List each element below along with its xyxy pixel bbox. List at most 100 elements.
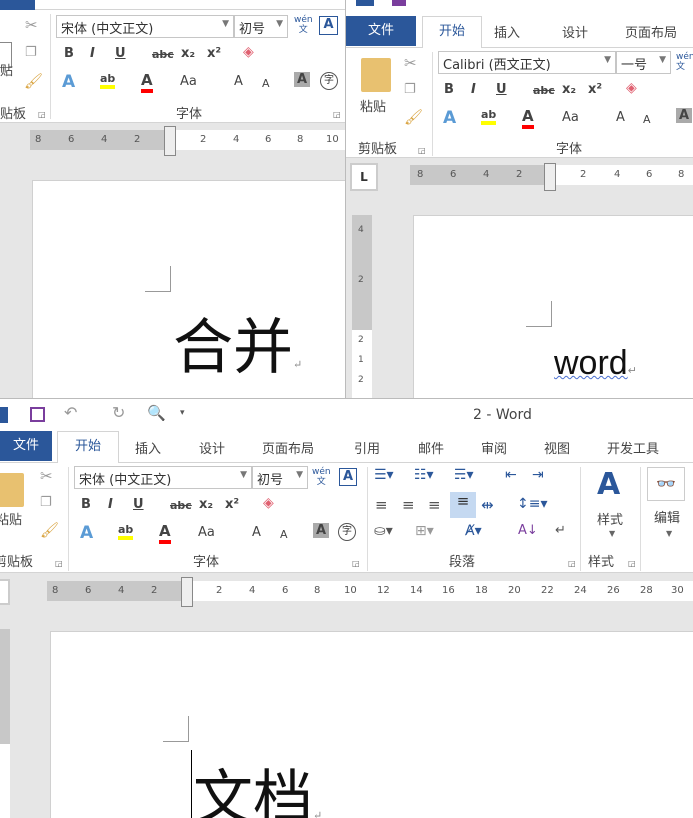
- font-launcher-icon[interactable]: ◲: [352, 559, 360, 568]
- styles-button[interactable]: 样式: [597, 509, 623, 528]
- tab-layout[interactable]: 页面布局: [262, 438, 314, 457]
- clear-formatting-icon[interactable]: ◈: [263, 495, 274, 511]
- bold-button[interactable]: B: [64, 46, 74, 61]
- align-center-icon[interactable]: ≡: [402, 496, 415, 514]
- shading-icon[interactable]: ⛀▾: [374, 523, 393, 539]
- tab-insert[interactable]: 插入: [135, 438, 161, 457]
- strikethrough-button[interactable]: abc: [170, 499, 192, 512]
- change-case-button[interactable]: Aa: [198, 525, 215, 540]
- phonetic-guide-icon[interactable]: wén 文: [294, 15, 313, 35]
- tab-selector-button[interactable]: L: [350, 163, 378, 191]
- tab-references[interactable]: 引用: [354, 438, 380, 457]
- horizontal-ruler[interactable]: 8 6 4 2 2 4 6 8 10 12 14 16 18 20 22 24 26 28 30: [47, 577, 693, 607]
- sort-icon[interactable]: A↓: [518, 523, 538, 538]
- text-effects-button[interactable]: A: [80, 523, 93, 543]
- char-shading-button[interactable]: A: [294, 72, 311, 87]
- tab-selector-button[interactable]: [0, 579, 10, 605]
- indent-marker[interactable]: [164, 126, 176, 156]
- char-border-icon[interactable]: A: [339, 468, 357, 486]
- enclose-char-button[interactable]: 字: [338, 523, 356, 541]
- shrink-font-button[interactable]: A: [643, 113, 651, 126]
- grow-font-button[interactable]: A: [252, 525, 261, 540]
- font-size-combo[interactable]: 初号 ▼: [234, 15, 288, 38]
- shrink-font-button[interactable]: A: [262, 77, 270, 90]
- text-effects-button[interactable]: A: [62, 72, 75, 92]
- paste-icon[interactable]: [361, 58, 391, 92]
- tab-mailings[interactable]: 邮件: [418, 438, 444, 457]
- font-launcher-icon[interactable]: ◲: [333, 110, 341, 119]
- underline-button[interactable]: U: [496, 82, 507, 97]
- underline-button[interactable]: U: [133, 497, 144, 512]
- tab-file[interactable]: 文件: [346, 16, 416, 46]
- format-painter-icon[interactable]: 🖌: [24, 72, 43, 90]
- clear-formatting-icon[interactable]: ◈: [243, 44, 254, 60]
- tab-insert[interactable]: 插入: [494, 22, 520, 41]
- tab-design[interactable]: 设计: [562, 22, 588, 41]
- subscript-button[interactable]: x₂: [181, 46, 195, 61]
- paste-button[interactable]: 粘贴: [360, 96, 386, 115]
- char-shading-button[interactable]: A: [676, 108, 693, 123]
- format-painter-icon[interactable]: 🖌: [404, 108, 423, 126]
- superscript-button[interactable]: x²: [225, 497, 239, 512]
- numbering-icon[interactable]: ☷▾: [414, 467, 434, 483]
- indent-marker[interactable]: [544, 163, 556, 191]
- font-name-combo[interactable]: 宋体 (中文正文) ▼: [74, 466, 252, 489]
- grow-font-button[interactable]: A: [234, 74, 243, 89]
- distributed-icon[interactable]: ⇹: [481, 496, 494, 514]
- subscript-button[interactable]: x₂: [199, 497, 213, 512]
- text-effects-button[interactable]: A: [443, 108, 456, 128]
- italic-button[interactable]: I: [471, 82, 476, 97]
- tab-developer[interactable]: 开发工具: [607, 438, 659, 457]
- tab-file[interactable]: 文件: [0, 431, 52, 461]
- italic-button[interactable]: I: [108, 497, 113, 512]
- bold-button[interactable]: B: [81, 497, 91, 512]
- copy-icon[interactable]: ❐: [40, 495, 52, 510]
- indent-marker[interactable]: [181, 577, 193, 607]
- paragraph-launcher-icon[interactable]: ◲: [568, 559, 576, 568]
- styles-launcher-icon[interactable]: ◲: [628, 559, 636, 568]
- line-spacing-icon[interactable]: ↕≡▾: [517, 496, 548, 512]
- save-icon[interactable]: [392, 0, 406, 6]
- change-case-button[interactable]: Aa: [180, 74, 197, 89]
- clipboard-launcher-icon[interactable]: ◲: [418, 146, 426, 155]
- bullets-icon[interactable]: ☰▾: [374, 467, 394, 483]
- customize-toolbar-icon[interactable]: ▾: [180, 408, 185, 418]
- undo-icon[interactable]: ↶: [64, 403, 77, 422]
- cut-icon[interactable]: ✂: [25, 16, 38, 34]
- justify-icon[interactable]: ≡: [450, 492, 476, 518]
- tab-review[interactable]: 审阅: [481, 438, 507, 457]
- font-name-combo[interactable]: 宋体 (中文正文) ▼: [56, 15, 234, 38]
- paste-icon[interactable]: [0, 473, 24, 507]
- tab-view[interactable]: 视图: [544, 438, 570, 457]
- highlight-button[interactable]: ab: [118, 523, 134, 540]
- find-icon[interactable]: 👓: [647, 467, 685, 501]
- enclose-char-button[interactable]: 字: [320, 72, 338, 90]
- format-painter-icon[interactable]: 🖌: [40, 521, 59, 539]
- superscript-button[interactable]: x²: [207, 46, 221, 61]
- font-color-button[interactable]: A: [522, 107, 534, 129]
- font-color-button[interactable]: A: [141, 71, 153, 93]
- paste-label[interactable]: 贴: [0, 60, 13, 79]
- redo-icon[interactable]: ↻: [112, 403, 125, 422]
- phonetic-guide-icon[interactable]: wén 文: [312, 467, 331, 487]
- chevron-down-icon[interactable]: ▼: [666, 529, 672, 538]
- document-page[interactable]: word↵: [413, 215, 693, 398]
- print-preview-icon[interactable]: 🔍: [147, 404, 166, 422]
- align-right-icon[interactable]: ≡: [428, 496, 441, 514]
- align-left-icon[interactable]: ≡: [375, 496, 388, 514]
- show-marks-icon[interactable]: ↵: [555, 523, 566, 538]
- styles-icon[interactable]: A: [597, 467, 620, 502]
- cut-icon[interactable]: ✂: [40, 467, 53, 485]
- subscript-button[interactable]: x₂: [562, 82, 576, 97]
- char-shading-button[interactable]: A: [313, 523, 330, 538]
- borders-icon[interactable]: ⊞▾: [415, 523, 434, 539]
- shrink-font-button[interactable]: A: [280, 528, 288, 541]
- tab-design[interactable]: 设计: [199, 438, 225, 457]
- cut-icon[interactable]: ✂: [404, 54, 417, 72]
- copy-icon[interactable]: ❐: [404, 82, 416, 97]
- underline-button[interactable]: U: [115, 46, 126, 61]
- tab-layout[interactable]: 页面布局: [625, 22, 677, 41]
- char-border-icon[interactable]: A: [319, 16, 338, 35]
- vertical-ruler[interactable]: [0, 629, 10, 818]
- document-text[interactable]: 文档↵: [193, 750, 322, 818]
